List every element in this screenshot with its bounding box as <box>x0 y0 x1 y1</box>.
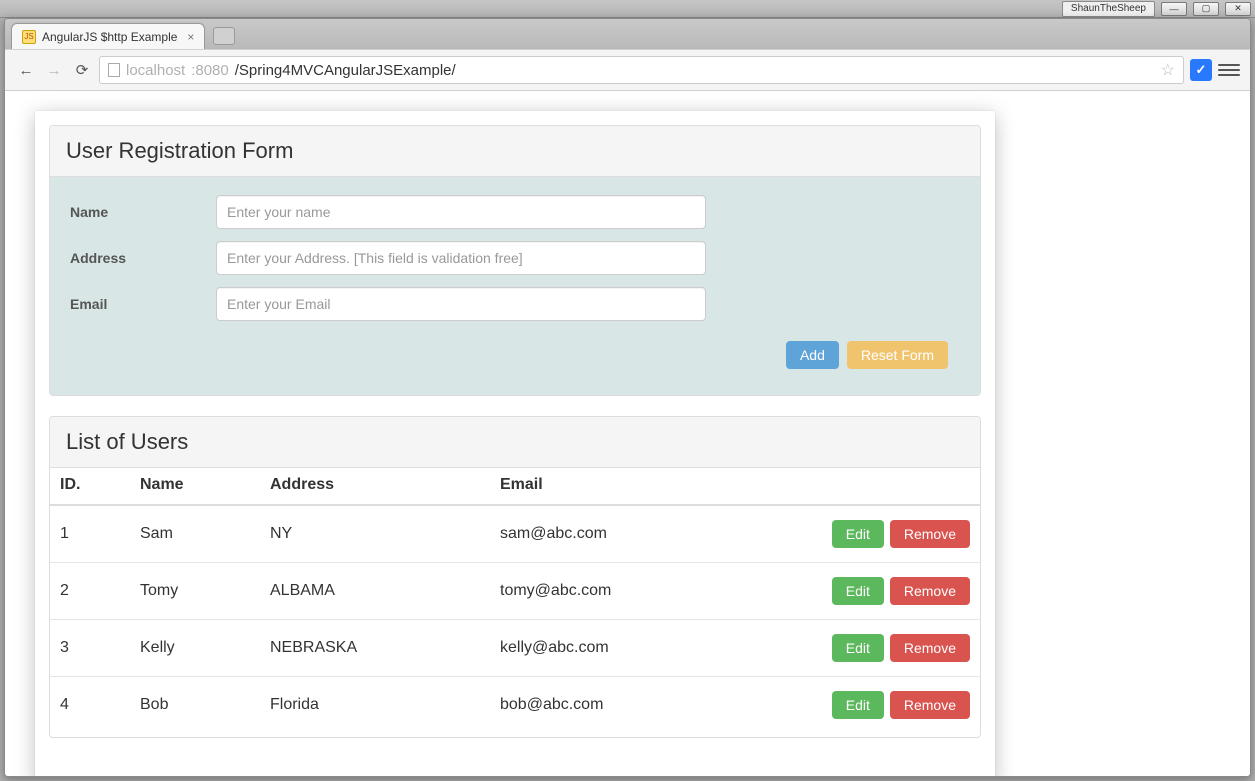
cell-name: Tomy <box>130 563 260 620</box>
forward-button[interactable]: → <box>43 59 65 81</box>
address-bar[interactable]: localhost :8080/Spring4MVCAngularJSExampl… <box>99 56 1184 84</box>
tab-favicon-icon: JS <box>22 30 36 44</box>
cell-address: NEBRASKA <box>260 620 490 677</box>
browser-navbar: ← → ⟳ localhost :8080/Spring4MVCAngularJS… <box>5 49 1250 91</box>
col-email: Email <box>490 468 790 505</box>
registration-form: Name Address Email Add Reset Form <box>50 177 980 395</box>
userlist-header-row: ID. Name Address Email <box>50 468 980 505</box>
remove-button[interactable]: Remove <box>890 634 970 662</box>
registration-heading: User Registration Form <box>50 126 980 177</box>
form-group-email: Email <box>66 287 964 321</box>
name-label: Name <box>66 204 216 220</box>
edit-button[interactable]: Edit <box>832 691 884 719</box>
form-group-name: Name <box>66 195 964 229</box>
edit-button[interactable]: Edit <box>832 634 884 662</box>
remove-button[interactable]: Remove <box>890 520 970 548</box>
extension-icon[interactable]: ✓ <box>1190 59 1212 81</box>
userlist-table-container: ID. Name Address Email 1SamNYsam@abc.com… <box>50 468 980 737</box>
page-viewport[interactable]: User Registration Form Name Address Emai… <box>5 91 1250 776</box>
cell-email: bob@abc.com <box>490 677 790 734</box>
userlist-table: ID. Name Address Email 1SamNYsam@abc.com… <box>50 468 980 733</box>
tab-strip: JS AngularJS $http Example × <box>5 19 1250 49</box>
table-row: 2TomyALBAMAtomy@abc.comEditRemove <box>50 563 980 620</box>
page-container: User Registration Form Name Address Emai… <box>35 111 995 776</box>
cell-name: Kelly <box>130 620 260 677</box>
cell-id: 4 <box>50 677 130 734</box>
window-maximize-button[interactable]: ▢ <box>1193 2 1219 16</box>
cell-actions: EditRemove <box>790 563 980 620</box>
email-input[interactable] <box>216 287 706 321</box>
hamburger-menu-icon[interactable] <box>1218 59 1240 81</box>
form-actions: Add Reset Form <box>66 341 964 369</box>
cell-actions: EditRemove <box>790 620 980 677</box>
reload-button[interactable]: ⟳ <box>71 59 93 81</box>
cell-address: Florida <box>260 677 490 734</box>
cell-address: ALBAMA <box>260 563 490 620</box>
reset-form-button[interactable]: Reset Form <box>847 341 948 369</box>
table-row: 1SamNYsam@abc.comEditRemove <box>50 505 980 563</box>
cell-address: NY <box>260 505 490 563</box>
col-address: Address <box>260 468 490 505</box>
browser-tab[interactable]: JS AngularJS $http Example × <box>11 23 205 49</box>
url-host: localhost <box>126 62 185 79</box>
page-icon <box>108 63 120 77</box>
col-name: Name <box>130 468 260 505</box>
remove-button[interactable]: Remove <box>890 577 970 605</box>
cell-name: Bob <box>130 677 260 734</box>
url-port: :8080 <box>191 62 229 79</box>
new-tab-button[interactable] <box>213 27 235 45</box>
tab-title: AngularJS $http Example <box>42 30 177 44</box>
url-path: /Spring4MVCAngularJSExample/ <box>235 62 456 79</box>
col-id: ID. <box>50 468 130 505</box>
userlist-heading: List of Users <box>50 417 980 468</box>
cell-email: tomy@abc.com <box>490 563 790 620</box>
address-input[interactable] <box>216 241 706 275</box>
remove-button[interactable]: Remove <box>890 691 970 719</box>
cell-actions: EditRemove <box>790 505 980 563</box>
add-button[interactable]: Add <box>786 341 839 369</box>
tab-close-icon[interactable]: × <box>187 30 194 44</box>
userlist-panel: List of Users ID. Name Address Email <box>49 416 981 738</box>
window-minimize-button[interactable]: — <box>1161 2 1187 16</box>
form-group-address: Address <box>66 241 964 275</box>
address-label: Address <box>66 250 216 266</box>
cell-name: Sam <box>130 505 260 563</box>
bookmark-star-icon[interactable]: ☆ <box>1161 60 1175 80</box>
name-input[interactable] <box>216 195 706 229</box>
window-close-button[interactable]: ✕ <box>1225 2 1251 16</box>
os-user-badge: ShaunTheSheep <box>1062 1 1155 17</box>
back-button[interactable]: ← <box>15 59 37 81</box>
cell-id: 2 <box>50 563 130 620</box>
browser-window: JS AngularJS $http Example × ← → ⟳ local… <box>4 18 1251 777</box>
cell-email: sam@abc.com <box>490 505 790 563</box>
col-actions <box>790 468 980 505</box>
email-label: Email <box>66 296 216 312</box>
cell-email: kelly@abc.com <box>490 620 790 677</box>
edit-button[interactable]: Edit <box>832 520 884 548</box>
table-row: 3KellyNEBRASKAkelly@abc.comEditRemove <box>50 620 980 677</box>
table-row: 4BobFloridabob@abc.comEditRemove <box>50 677 980 734</box>
cell-id: 1 <box>50 505 130 563</box>
edit-button[interactable]: Edit <box>832 577 884 605</box>
cell-id: 3 <box>50 620 130 677</box>
registration-panel: User Registration Form Name Address Emai… <box>49 125 981 396</box>
os-titlebar: ShaunTheSheep — ▢ ✕ <box>0 0 1255 18</box>
cell-actions: EditRemove <box>790 677 980 734</box>
